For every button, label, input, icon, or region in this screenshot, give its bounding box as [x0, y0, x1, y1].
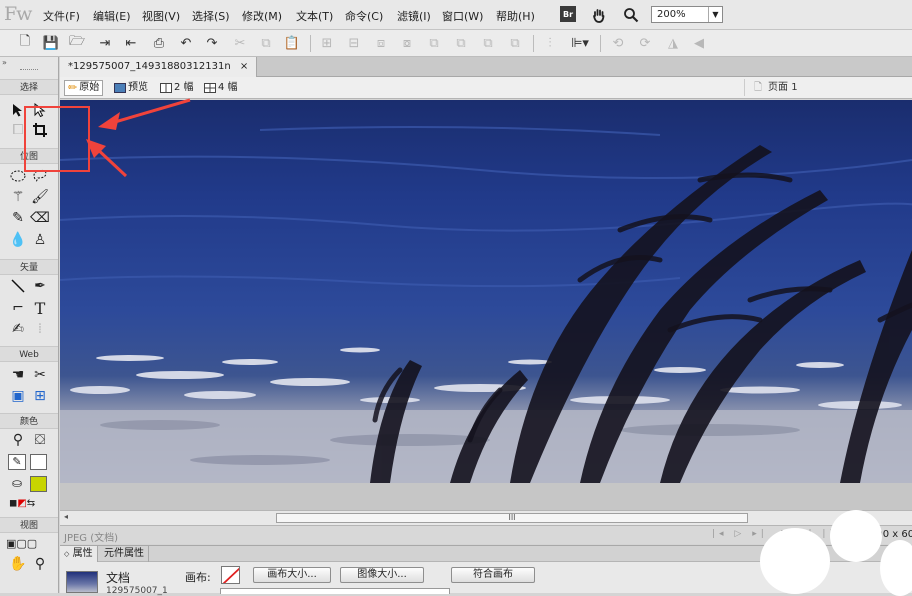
watermark-circle	[880, 540, 912, 596]
watermark-circle	[760, 528, 830, 594]
annotation-arrows	[86, 98, 191, 178]
watermark-circle	[830, 510, 882, 562]
